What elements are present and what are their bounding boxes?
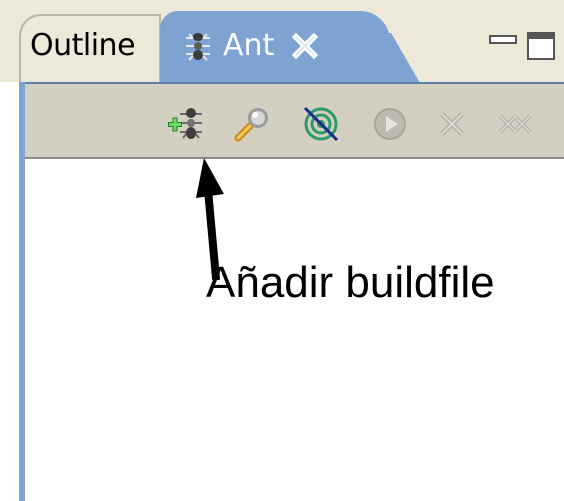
annotation-label: Añadir buildfile xyxy=(206,258,495,307)
add-buildfile-icon[interactable] xyxy=(166,104,206,144)
search-buildfile-icon[interactable] xyxy=(232,104,272,144)
run-target-icon xyxy=(374,108,406,140)
maximize-icon[interactable] xyxy=(526,31,556,61)
ant-view-panel: Outline Ant Añadir buildfile xyxy=(0,0,564,501)
hide-internal-targets-icon[interactable] xyxy=(301,104,341,144)
tab-ant-label: Ant xyxy=(223,28,275,63)
close-icon[interactable] xyxy=(292,33,318,59)
tab-outline-label: Outline xyxy=(30,28,136,63)
remove-all-icon xyxy=(498,114,532,134)
ant-icon xyxy=(186,33,210,61)
view-toolbar xyxy=(19,82,564,159)
minimize-icon[interactable] xyxy=(489,33,517,47)
remove-icon xyxy=(440,112,464,136)
ant-view-content[interactable] xyxy=(25,159,564,501)
